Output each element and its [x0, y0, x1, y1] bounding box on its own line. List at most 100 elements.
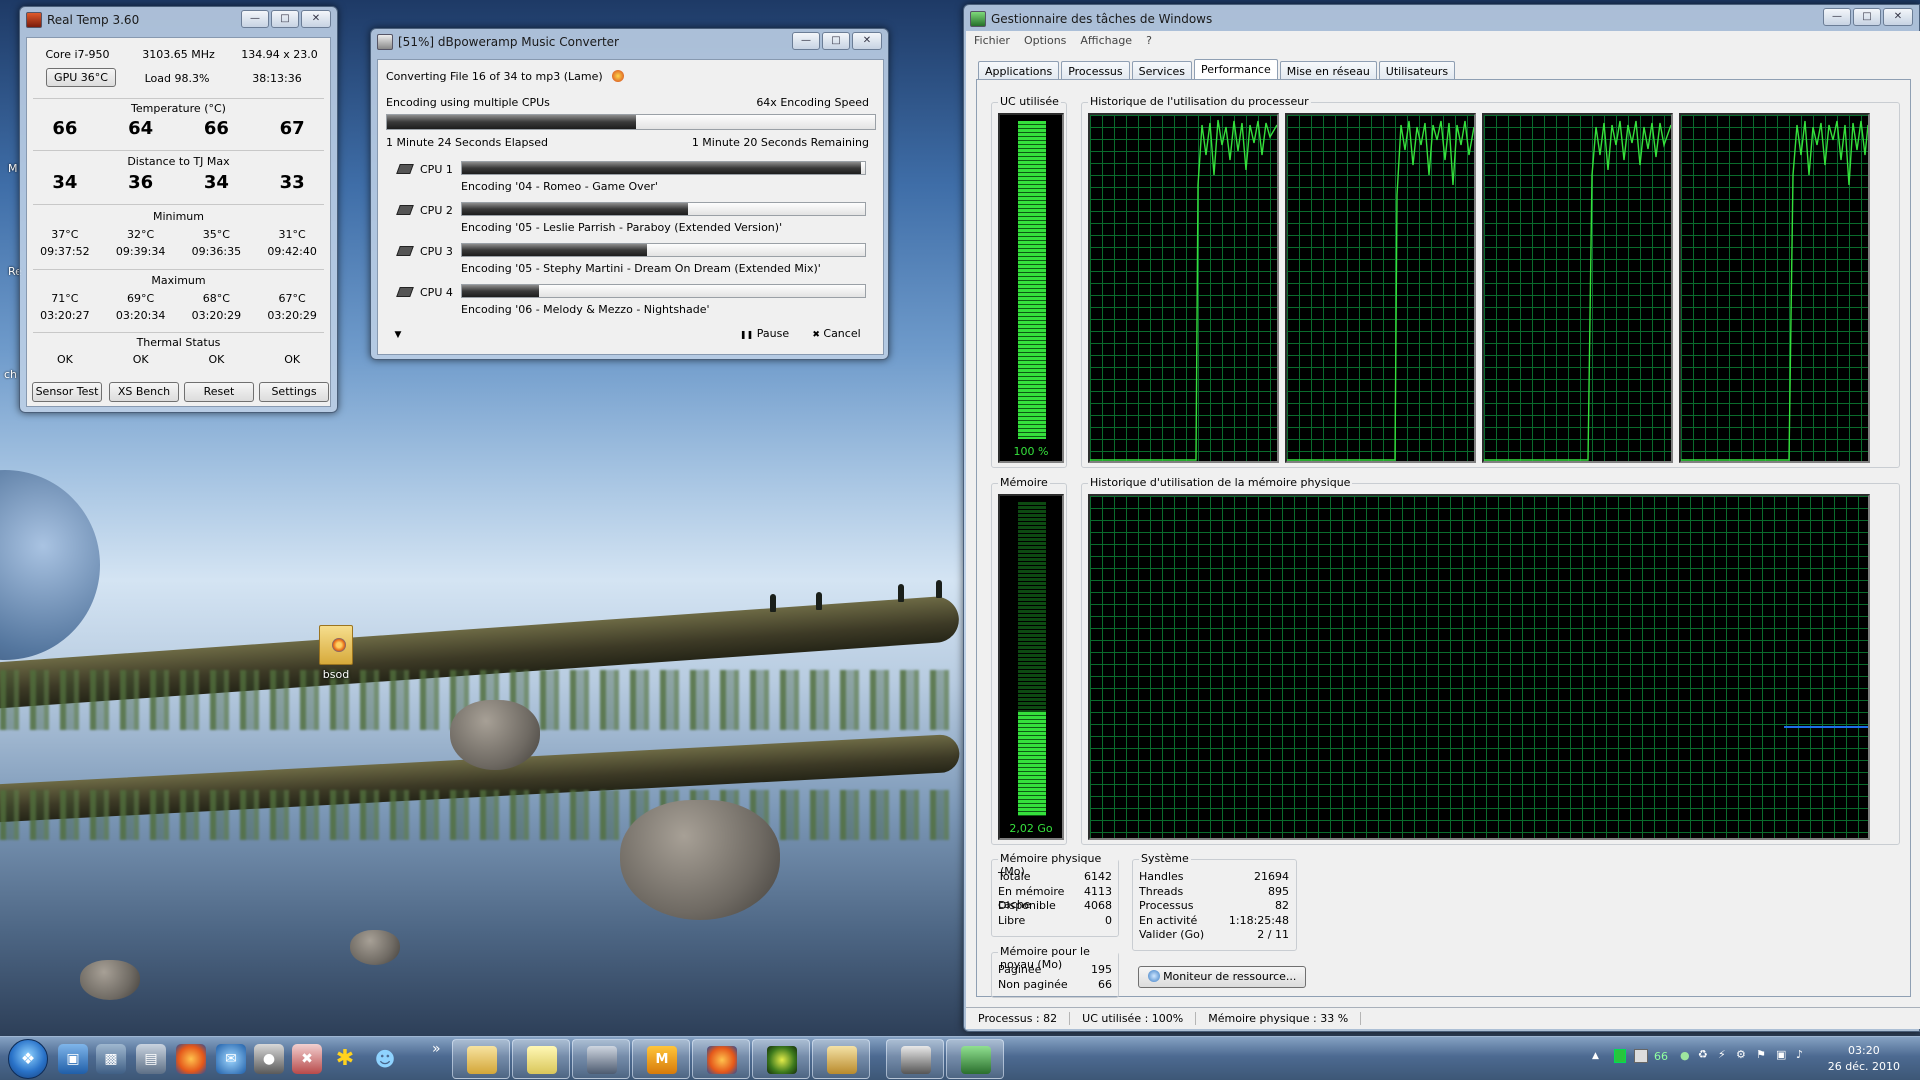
taskbar-button-explorer[interactable] — [452, 1039, 510, 1079]
stat-label: Processus — [1139, 899, 1194, 912]
cpu-progress-bar — [461, 243, 866, 257]
alien-icon[interactable]: ● — [254, 1044, 284, 1074]
task-manager-window[interactable]: Gestionnaire des tâches de Windows — □ ✕… — [963, 4, 1920, 1032]
cpu-history-graph-core-4 — [1679, 113, 1870, 463]
pause-icon: ❚❚ — [739, 330, 754, 339]
maximize-button[interactable]: □ — [822, 32, 850, 50]
sensor-test-button[interactable]: Sensor Test — [32, 382, 102, 402]
taskbar-button-notes[interactable] — [512, 1039, 570, 1079]
cancel-button[interactable]: ✖ Cancel — [804, 324, 869, 344]
gpu-button[interactable]: GPU 36°C — [46, 68, 116, 87]
memory-usage-bar — [1018, 712, 1046, 816]
taskbar-button-firefox[interactable] — [692, 1039, 750, 1079]
thermal-status: OK — [132, 353, 149, 366]
cpu-usage-group: UC utilisée 100 % — [991, 95, 1067, 468]
menu-item-help[interactable]: ? — [1146, 34, 1152, 47]
stat-label: Handles — [1139, 870, 1184, 883]
pause-button[interactable]: ❚❚ Pause — [732, 324, 797, 344]
flag-icon[interactable]: ⚑ — [1756, 1048, 1766, 1061]
system-title: Système — [1139, 852, 1191, 865]
task-manager-titlebar[interactable]: Gestionnaire des tâches de Windows — [964, 5, 1919, 33]
memory-value: 2,02 Go — [1009, 822, 1053, 835]
cpu-model: Core i7-950 — [45, 48, 110, 61]
stat-label: Threads — [1139, 884, 1184, 898]
stat-value: 82 — [1275, 899, 1289, 912]
minimize-button[interactable]: — — [792, 32, 820, 50]
gear-icon[interactable]: ⚙ — [1736, 1048, 1746, 1061]
cpu-chip-icon — [396, 287, 414, 297]
close-button[interactable]: ✕ — [301, 10, 331, 28]
expand-chevron-icon[interactable]: ▼ — [388, 326, 408, 344]
volume-icon[interactable]: ♪ — [1796, 1048, 1803, 1061]
overflow-chevron-icon[interactable]: » — [432, 1041, 441, 1057]
taskbar-button-converter[interactable] — [812, 1039, 870, 1079]
sync-icon[interactable]: ♻ — [1698, 1048, 1708, 1061]
clock[interactable]: 03:20 26 déc. 2010 — [1828, 1043, 1900, 1075]
speaker-icon — [377, 34, 393, 50]
thermometer-icon — [26, 12, 42, 28]
close-button[interactable]: ✕ — [852, 32, 882, 50]
menu-item-affichage[interactable]: Affichage — [1080, 34, 1132, 47]
start-button[interactable]: ❖ — [8, 1039, 48, 1079]
thunderbird-icon[interactable]: ✉ — [216, 1044, 246, 1074]
messenger-icon[interactable]: ☻ — [370, 1044, 400, 1074]
stat-row: Threads 895 — [1139, 885, 1289, 900]
overall-progress-fill — [387, 115, 636, 129]
stat-row: Handles 21694 — [1139, 870, 1289, 885]
cpu-usage-meter: 100 % — [998, 113, 1064, 463]
task-manager-icon — [970, 11, 986, 27]
cpu-progress-bar — [461, 284, 866, 298]
taskbar-button-media[interactable] — [752, 1039, 810, 1079]
firefox-icon — [707, 1046, 737, 1074]
tools-icon[interactable]: ✖ — [292, 1044, 322, 1074]
close-button[interactable]: ✕ — [1883, 8, 1913, 26]
minimize-button[interactable]: — — [241, 10, 269, 28]
tab-performance[interactable]: Performance — [1194, 59, 1278, 81]
aim-running-man-icon[interactable]: ✱ — [330, 1044, 360, 1074]
hard-drive-icon[interactable]: ▤ — [136, 1044, 166, 1074]
stat-value: 0 — [1105, 913, 1112, 927]
maximize-button[interactable]: □ — [271, 10, 299, 28]
taskbar-button-mediamonkey[interactable]: M — [632, 1039, 690, 1079]
network-icon[interactable]: ● — [1680, 1049, 1690, 1062]
computer-icon[interactable]: ▩ — [96, 1044, 126, 1074]
shield-icon[interactable] — [1634, 1049, 1648, 1063]
menu-item-options[interactable]: Options — [1024, 34, 1066, 47]
cpu-file: Encoding '05 - Leslie Parrish - Paraboy … — [461, 221, 783, 234]
memory-meter: 2,02 Go — [998, 494, 1064, 840]
tray-temperature[interactable]: 66 — [1654, 1050, 1668, 1063]
realtemp-window[interactable]: Real Temp 3.60 — □ ✕ Core i7-950 3103.65… — [19, 6, 338, 413]
reset-button[interactable]: Reset — [184, 382, 254, 402]
max-time: 03:20:27 — [40, 309, 90, 322]
uptime: 38:13:36 — [252, 72, 302, 85]
show-hidden-icons-icon[interactable]: ▲ — [1592, 1051, 1599, 1061]
power-icon[interactable]: ⚡ — [1718, 1048, 1726, 1061]
min-time: 09:37:52 — [40, 245, 90, 258]
memory-label: Mémoire — [998, 476, 1050, 489]
maximize-button[interactable]: □ — [1853, 8, 1881, 26]
cpu-progress-bar — [461, 202, 866, 216]
green-square-icon[interactable] — [1614, 1049, 1626, 1063]
desktop-icon-bsod[interactable]: bsod — [310, 625, 362, 681]
dbpoweramp-window[interactable]: [51%] dBpoweramp Music Converter — □ ✕ C… — [370, 28, 889, 360]
minimize-button[interactable]: — — [1823, 8, 1851, 26]
cpu-progress-bar — [461, 161, 866, 175]
taskbar-button-realtemp[interactable] — [572, 1039, 630, 1079]
cpu-file: Encoding '04 - Romeo - Game Over' — [461, 180, 658, 193]
show-desktop-icon[interactable]: ▣ — [58, 1044, 88, 1074]
thermal-status: OK — [284, 353, 301, 366]
xs-bench-button[interactable]: XS Bench — [109, 382, 179, 402]
settings-button[interactable]: Settings — [259, 382, 329, 402]
min-temp: 31°C — [278, 228, 306, 241]
taskbar-button-task-manager[interactable] — [946, 1039, 1004, 1079]
kernel-memory-group: Mémoire pour le noyau (Mo) Paginée 195 No… — [991, 945, 1119, 998]
taskbar-button-dbpoweramp[interactable] — [886, 1039, 944, 1079]
cpu-file: Encoding '05 - Stephy Martini - Dream On… — [461, 262, 821, 275]
menu-item-fichier[interactable]: Fichier — [974, 34, 1010, 47]
cpu-load: Load 98.3% — [144, 72, 210, 85]
resource-monitor-button[interactable]: Moniteur de ressource... — [1138, 966, 1306, 988]
cpu-frequency: 3103.65 MHz — [142, 48, 215, 61]
display-icon[interactable]: ▣ — [1776, 1048, 1786, 1061]
firefox-icon[interactable] — [176, 1044, 206, 1074]
stat-row: En mémoire cache 4113 — [998, 885, 1112, 911]
